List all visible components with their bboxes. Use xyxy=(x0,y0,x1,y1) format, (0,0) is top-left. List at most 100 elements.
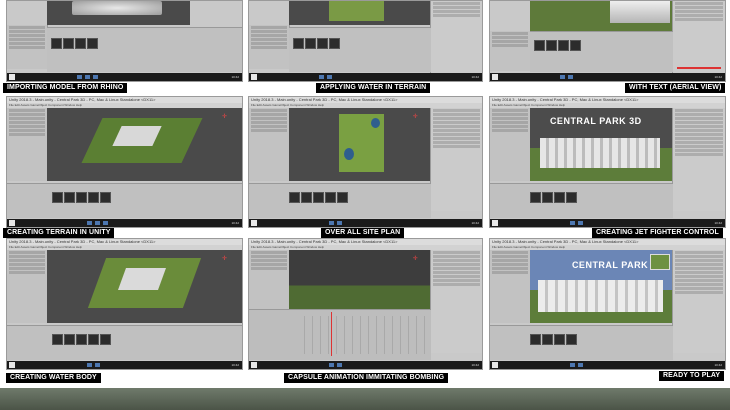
inspector-panel[interactable] xyxy=(672,108,725,211)
asset-thumbnail[interactable] xyxy=(566,192,577,204)
app-icon[interactable] xyxy=(337,363,342,367)
scene-view[interactable]: ✛ xyxy=(288,250,431,309)
asset-thumbnail[interactable] xyxy=(301,192,312,204)
app-icon[interactable] xyxy=(103,221,108,225)
scene-gizmo-icon[interactable]: ✛ xyxy=(222,114,236,128)
timeline-playhead[interactable] xyxy=(330,312,332,356)
inspector-panel[interactable] xyxy=(429,108,482,211)
asset-thumbnail[interactable] xyxy=(52,192,63,204)
project-panel[interactable] xyxy=(529,31,674,72)
hierarchy-panel[interactable] xyxy=(249,25,290,69)
game-view[interactable]: CENTRAL PARK 3D xyxy=(529,108,674,181)
app-icon[interactable] xyxy=(93,75,98,79)
inspector-panel[interactable] xyxy=(429,250,482,353)
scene-view[interactable] xyxy=(288,1,431,25)
project-panel[interactable] xyxy=(249,183,431,218)
asset-thumbnail[interactable] xyxy=(304,38,316,49)
asset-thumbnail[interactable] xyxy=(566,334,577,346)
project-panel[interactable] xyxy=(7,183,242,218)
hierarchy-panel[interactable] xyxy=(7,250,48,323)
asset-thumbnail[interactable] xyxy=(62,38,74,49)
scene-view[interactable]: ✛ xyxy=(288,108,431,181)
game-view[interactable] xyxy=(529,1,674,31)
app-icon[interactable] xyxy=(329,363,334,367)
project-panel[interactable] xyxy=(490,325,674,360)
asset-thumbnail[interactable] xyxy=(533,40,545,51)
asset-thumbnail[interactable] xyxy=(569,40,581,51)
scene-gizmo-icon[interactable]: ✛ xyxy=(222,256,236,270)
asset-thumbnail[interactable] xyxy=(337,192,348,204)
project-panel[interactable] xyxy=(7,325,242,360)
app-icon[interactable] xyxy=(319,75,324,79)
start-icon[interactable] xyxy=(492,220,498,226)
asset-thumbnail[interactable] xyxy=(100,334,111,346)
asset-thumbnail[interactable] xyxy=(557,40,569,51)
app-icon[interactable] xyxy=(85,75,90,79)
start-icon[interactable] xyxy=(9,362,15,368)
start-icon[interactable] xyxy=(251,362,257,368)
start-icon[interactable] xyxy=(251,74,257,80)
inspector-panel[interactable] xyxy=(429,1,482,73)
asset-thumbnail[interactable] xyxy=(316,38,328,49)
app-icon[interactable] xyxy=(568,75,573,79)
app-icon[interactable] xyxy=(578,363,583,367)
app-icon[interactable] xyxy=(327,75,332,79)
asset-thumbnail[interactable] xyxy=(554,334,565,346)
app-icon[interactable] xyxy=(329,221,334,225)
hierarchy-panel[interactable] xyxy=(490,31,531,71)
app-icon[interactable] xyxy=(578,221,583,225)
asset-thumbnail[interactable] xyxy=(52,334,63,346)
asset-thumbnail[interactable] xyxy=(74,38,86,49)
start-icon[interactable] xyxy=(9,74,15,80)
asset-thumbnail[interactable] xyxy=(328,38,340,49)
asset-thumbnail[interactable] xyxy=(530,334,541,346)
hierarchy-panel[interactable] xyxy=(490,250,531,323)
start-icon[interactable] xyxy=(492,74,498,80)
start-icon[interactable] xyxy=(492,362,498,368)
hierarchy-panel[interactable] xyxy=(490,108,531,181)
asset-thumbnail[interactable] xyxy=(88,334,99,346)
asset-thumbnail[interactable] xyxy=(542,192,553,204)
app-icon[interactable] xyxy=(570,363,575,367)
asset-thumbnail[interactable] xyxy=(289,192,300,204)
asset-thumbnail[interactable] xyxy=(313,192,324,204)
project-panel[interactable] xyxy=(46,27,242,72)
project-panel[interactable] xyxy=(490,183,674,218)
asset-thumbnail[interactable] xyxy=(530,192,541,204)
scene-view[interactable] xyxy=(46,1,191,25)
animation-timeline[interactable] xyxy=(249,309,431,360)
asset-thumbnail[interactable] xyxy=(542,334,553,346)
game-view[interactable]: CENTRAL PARK 3D xyxy=(529,250,674,323)
hierarchy-panel[interactable] xyxy=(249,108,290,181)
scene-view[interactable]: ✛ xyxy=(46,250,242,323)
scene-view[interactable]: ✛ xyxy=(46,108,242,181)
app-icon[interactable] xyxy=(337,221,342,225)
hierarchy-panel[interactable] xyxy=(7,108,48,181)
asset-thumbnail[interactable] xyxy=(100,192,111,204)
inspector-panel[interactable] xyxy=(672,250,725,353)
start-icon[interactable] xyxy=(9,220,15,226)
asset-thumbnail[interactable] xyxy=(554,192,565,204)
app-icon[interactable] xyxy=(570,221,575,225)
app-icon[interactable] xyxy=(95,221,100,225)
asset-thumbnail[interactable] xyxy=(325,192,336,204)
asset-thumbnail[interactable] xyxy=(545,40,557,51)
app-icon[interactable] xyxy=(560,75,565,79)
asset-thumbnail[interactable] xyxy=(76,334,87,346)
app-icon[interactable] xyxy=(77,75,82,79)
asset-thumbnail[interactable] xyxy=(76,192,87,204)
scene-gizmo-icon[interactable]: ✛ xyxy=(413,256,427,270)
asset-thumbnail[interactable] xyxy=(64,192,75,204)
asset-thumbnail[interactable] xyxy=(64,334,75,346)
inspector-panel[interactable] xyxy=(672,1,725,73)
app-icon[interactable] xyxy=(87,363,92,367)
app-icon[interactable] xyxy=(95,363,100,367)
start-icon[interactable] xyxy=(251,220,257,226)
app-icon[interactable] xyxy=(87,221,92,225)
asset-thumbnail[interactable] xyxy=(86,38,98,49)
asset-thumbnail[interactable] xyxy=(50,38,62,49)
asset-thumbnail[interactable] xyxy=(88,192,99,204)
scene-gizmo-icon[interactable]: ✛ xyxy=(413,114,427,128)
hierarchy-panel[interactable] xyxy=(249,250,290,309)
project-panel[interactable] xyxy=(288,27,431,72)
